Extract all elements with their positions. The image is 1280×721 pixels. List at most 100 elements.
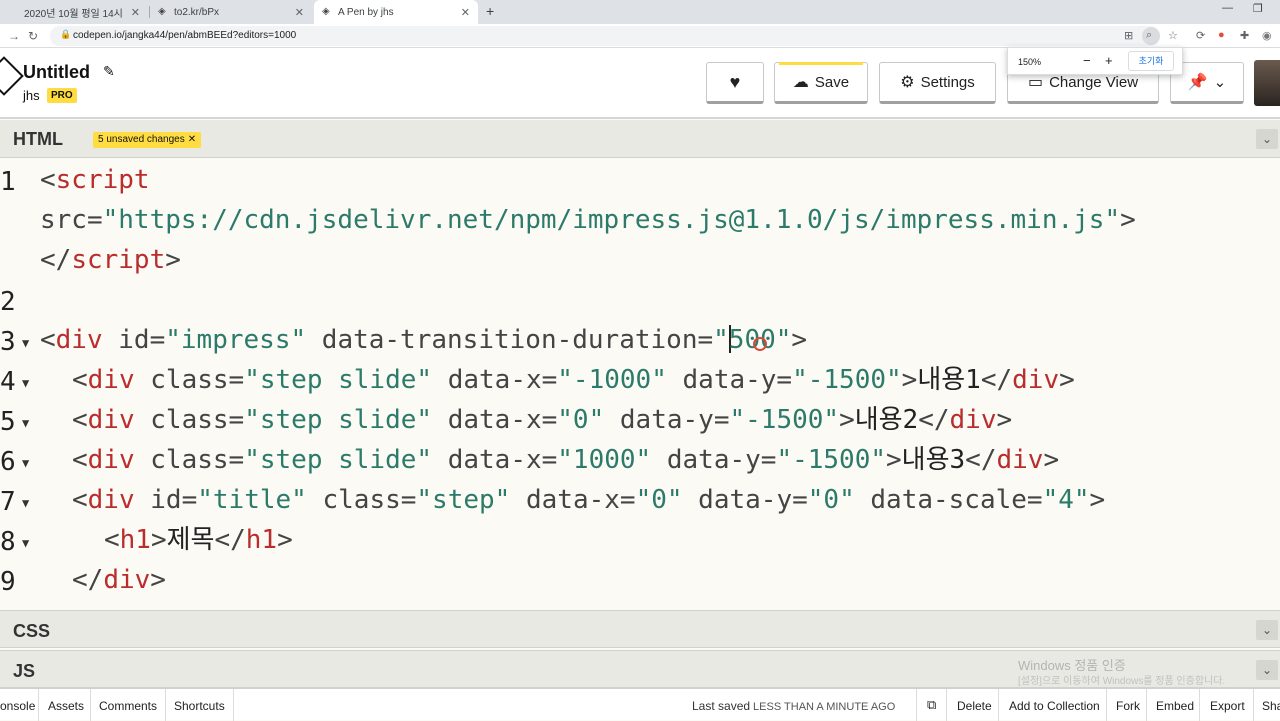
fold-arrow-icon[interactable]: ▼ [22,456,29,470]
footer-divider [38,689,39,721]
close-icon[interactable]: ✕ [131,6,140,19]
code-token: > [791,325,808,355]
html-panel-header[interactable]: HTML 5 unsaved changes ✕ ⌄ [0,120,1280,158]
user-avatar[interactable] [1254,60,1280,106]
code-token: "impress" [165,325,307,355]
footer-divider [1146,689,1147,721]
code-line: src="https://cdn.jsdelivr.net/npm/impres… [40,200,1136,240]
code-token: script [55,165,150,195]
code-token: data-scale= [854,485,1043,515]
tab-title: A Pen by jhs [338,6,394,18]
close-icon[interactable]: ✕ [295,6,304,19]
code-token: </ [918,405,950,435]
code-line: <script [40,160,150,200]
minimize-icon[interactable]: — [1222,2,1233,14]
chevron-down-icon[interactable]: ⌄ [1256,660,1278,680]
settings-button[interactable]: ⚙ Settings [879,62,996,104]
new-tab-button[interactable]: + [486,3,494,19]
codepen-footer: onsole Assets Comments Shortcuts Last sa… [0,688,1280,721]
code-line: <div id="title" class="step" data-x="0" … [72,480,1105,520]
comments-button[interactable]: Comments [99,699,157,713]
chevron-down-icon[interactable]: ⌄ [1256,620,1278,640]
pencil-icon[interactable]: ✎ [103,63,115,80]
footer-divider [998,689,999,721]
delete-button[interactable]: Delete [957,699,992,713]
close-icon[interactable]: ✕ [188,134,196,145]
fold-arrow-icon[interactable]: ▼ [22,416,29,430]
code-token: div [87,485,135,515]
unsaved-changes-badge[interactable]: 5 unsaved changes ✕ [93,132,202,148]
browser-tab[interactable]: 2020년 10월 평일 14시 국기 활 ✕ [0,0,148,24]
line-number: 7 [0,487,16,517]
code-token: > [165,245,181,275]
close-icon[interactable]: ✕ [461,6,470,19]
embed-button[interactable]: Embed [1156,699,1194,713]
code-token: > [277,525,293,555]
console-button[interactable]: onsole [0,699,35,713]
pen-author[interactable]: jhs [23,88,40,103]
sync-icon[interactable]: ⟳ [1196,29,1205,42]
puzzle-icon[interactable]: ✚ [1240,29,1249,42]
url-text[interactable]: codepen.io/jangka44/pen/abmBEEd?editors=… [73,30,296,41]
code-token: "step slide" [244,445,433,475]
fold-arrow-icon[interactable]: ▼ [22,496,29,510]
fork-button[interactable]: Fork [1116,699,1140,713]
browser-tab-active[interactable]: ◈ A Pen by jhs ✕ [314,0,478,24]
code-token: "step slide" [244,365,433,395]
save-button[interactable]: ☁ Save [774,62,868,104]
reload-icon[interactable]: ↻ [28,29,38,43]
line-number: 9 [0,567,16,597]
codepen-logo[interactable] [0,56,24,96]
code-token: data-x= [432,405,558,435]
code-token: div [1012,365,1060,395]
code-token: < [104,525,120,555]
windows-watermark-sub: [설정]으로 이동하여 Windows를 정품 인증합니다. [1018,676,1226,687]
profile-icon[interactable]: ◉ [1262,29,1272,42]
code-line: <div class="step slide" data-x="1000" da… [72,440,1059,480]
line-number: 6 [0,447,16,477]
code-line: </div> [72,560,166,600]
share-button[interactable]: Sha [1262,699,1280,713]
zoom-in-button[interactable]: + [1105,53,1113,68]
html-code-editor[interactable]: 1 2 3 4 5 6 7 8 9 ▼ ▼ ▼ ▼ ▼ ▼ <script sr… [0,160,1280,608]
code-token: class= [134,405,245,435]
url-bar[interactable]: 🔒 codepen.io/jangka44/pen/abmBEEd?editor… [50,26,1160,46]
code-token: data-x= [510,485,636,515]
translate-icon[interactable]: ⊞ [1124,29,1133,42]
export-button[interactable]: Export [1210,699,1245,713]
code-token: class= [306,485,417,515]
footer-divider [916,689,917,721]
forward-icon[interactable]: → [8,29,20,43]
code-token: > [996,405,1013,435]
css-panel-header[interactable]: CSS ⌄ [0,610,1280,648]
code-token: < [40,165,56,195]
restore-icon[interactable]: ❐ [1253,2,1263,15]
code-token: h1 [119,525,151,555]
pen-title[interactable]: Untitled [23,62,90,83]
open-external-icon[interactable]: ⧉ [927,697,936,713]
fold-arrow-icon[interactable]: ▼ [22,336,29,350]
star-icon[interactable]: ☆ [1168,29,1178,42]
shortcuts-button[interactable]: Shortcuts [174,699,225,713]
code-token: data-y= [666,365,793,395]
code-token: class= [134,445,245,475]
pro-badge: PRO [47,88,77,103]
code-token: data-y= [682,485,808,515]
chrome-extension-icon[interactable]: ● [1218,29,1225,41]
fold-arrow-icon[interactable]: ▼ [22,376,29,390]
pin-icon: 📌 [1187,74,1208,91]
zoom-out-button[interactable]: − [1083,53,1091,68]
assets-button[interactable]: Assets [48,699,84,713]
code-line: <h1>제목</h1> [104,520,293,560]
browser-tab[interactable]: ◈ to2.kr/bPx ✕ [150,0,312,24]
code-token: "0" [635,485,683,515]
fold-arrow-icon[interactable]: ▼ [22,536,29,550]
click-indicator [753,337,767,351]
code-token: > [150,565,166,595]
code-token: div [87,445,135,475]
chevron-down-icon[interactable]: ⌄ [1256,129,1278,149]
zoom-reset-button[interactable]: 초기화 [1128,51,1174,71]
add-to-collection-button[interactable]: Add to Collection [1009,699,1100,713]
lock-icon: 🔒 [60,29,72,39]
love-button[interactable]: ♥ [706,62,764,104]
